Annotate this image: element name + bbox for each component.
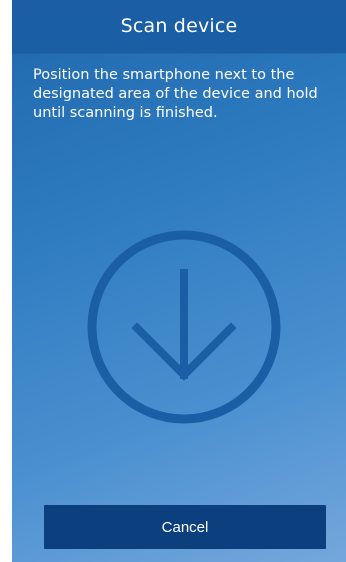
instruction-text: Position the smartphone next to the desi… xyxy=(33,67,318,121)
app-header: Scan device xyxy=(12,0,346,53)
page-title: Scan device xyxy=(120,14,238,37)
cancel-button[interactable]: Cancel xyxy=(44,505,326,549)
arrow-down-circle-icon xyxy=(87,230,281,424)
scan-device-screen: Scan device Position the smartphone next… xyxy=(12,0,346,562)
